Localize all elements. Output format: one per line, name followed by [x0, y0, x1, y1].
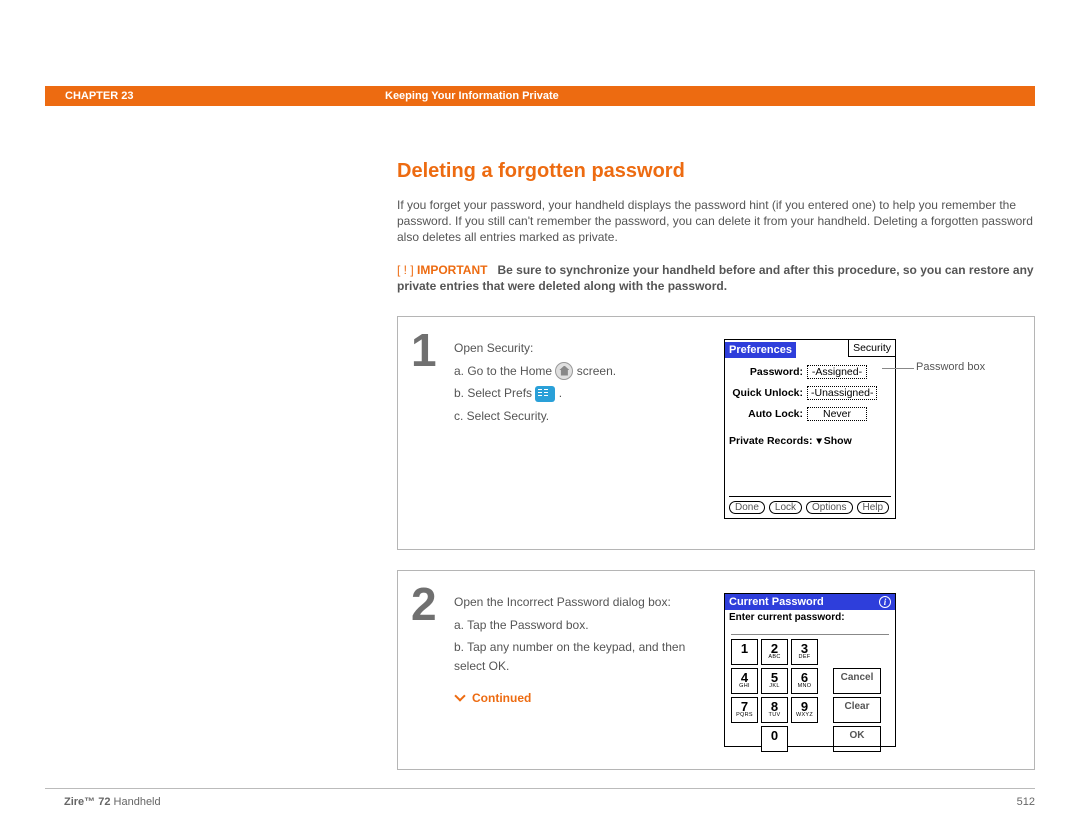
intro-paragraph: If you forget your password, your handhe…: [397, 197, 1035, 246]
pw-dialog-title: Current Password: [729, 596, 824, 608]
clear-button[interactable]: Clear: [833, 697, 881, 723]
key-7[interactable]: 7PQRS: [731, 697, 758, 723]
callout-label: Password box: [916, 361, 985, 373]
quickunlock-label: Quick Unlock:: [729, 387, 803, 399]
private-records-dropdown[interactable]: Show: [816, 435, 851, 447]
page-content: Deleting a forgotten password If you for…: [397, 160, 1035, 790]
step2-text: Open the Incorrect Password dialog box: …: [454, 593, 714, 747]
key-8[interactable]: 8TUV: [761, 697, 788, 723]
done-button[interactable]: Done: [729, 501, 765, 514]
password-label: Password:: [729, 366, 803, 378]
key-9[interactable]: 9WXYZ: [791, 697, 818, 723]
section-title: Keeping Your Information Private: [385, 90, 559, 102]
step1-text: Open Security: a. Go to the Home screen.…: [454, 339, 714, 527]
cancel-button[interactable]: Cancel: [833, 668, 881, 694]
step-1: 1 Open Security: a. Go to the Home scree…: [397, 316, 1035, 550]
prefs-icon: [535, 386, 555, 402]
lock-button[interactable]: Lock: [769, 501, 802, 514]
pw-input[interactable]: [731, 625, 889, 635]
pw-prompt: Enter current password:: [725, 610, 895, 625]
important-tag: IMPORTANT: [417, 263, 487, 277]
key-5[interactable]: 5JKL: [761, 668, 788, 694]
continued-arrow-icon: [454, 690, 468, 704]
prefs-tab: Security: [848, 340, 895, 357]
options-button[interactable]: Options: [806, 501, 852, 514]
important-note: [ ! ] IMPORTANT Be sure to synchronize y…: [397, 262, 1035, 294]
password-box[interactable]: -Assigned-: [807, 365, 867, 379]
step-2: 2 Open the Incorrect Password dialog box…: [397, 570, 1035, 770]
callout-line: [882, 368, 914, 369]
key-0[interactable]: 0: [761, 726, 788, 752]
page-number: 512: [1017, 796, 1035, 808]
continued-label: Continued: [454, 689, 714, 708]
autolock-box[interactable]: Never: [807, 407, 867, 421]
product-name: Zire™ 72 Handheld: [64, 796, 161, 808]
page-title: Deleting a forgotten password: [397, 160, 1035, 183]
info-icon[interactable]: i: [879, 596, 891, 608]
home-icon: [555, 362, 573, 380]
screenshot-preferences: Preferences Security Password: -Assigned…: [724, 339, 896, 519]
screenshot-password-dialog: Current Password i Enter current passwor…: [724, 593, 896, 747]
step-number: 1: [411, 323, 444, 377]
quickunlock-box[interactable]: -Unassigned-: [807, 386, 877, 400]
autolock-label: Auto Lock:: [729, 408, 803, 420]
key-1[interactable]: 1: [731, 639, 758, 665]
header-bar: CHAPTER 23 Keeping Your Information Priv…: [45, 86, 1035, 106]
ok-button[interactable]: OK: [833, 726, 881, 752]
footer-rule: [45, 788, 1035, 789]
key-4[interactable]: 4GHI: [731, 668, 758, 694]
prefs-title: Preferences: [725, 342, 796, 358]
step-number: 2: [411, 577, 444, 631]
help-button[interactable]: Help: [857, 501, 890, 514]
private-records-label: Private Records:: [729, 435, 812, 447]
key-2[interactable]: 2ABC: [761, 639, 788, 665]
key-6[interactable]: 6MNO: [791, 668, 818, 694]
page-footer: Zire™ 72 Handheld 512: [64, 796, 1035, 808]
chapter-label: CHAPTER 23: [65, 90, 365, 102]
key-3[interactable]: 3DEF: [791, 639, 818, 665]
